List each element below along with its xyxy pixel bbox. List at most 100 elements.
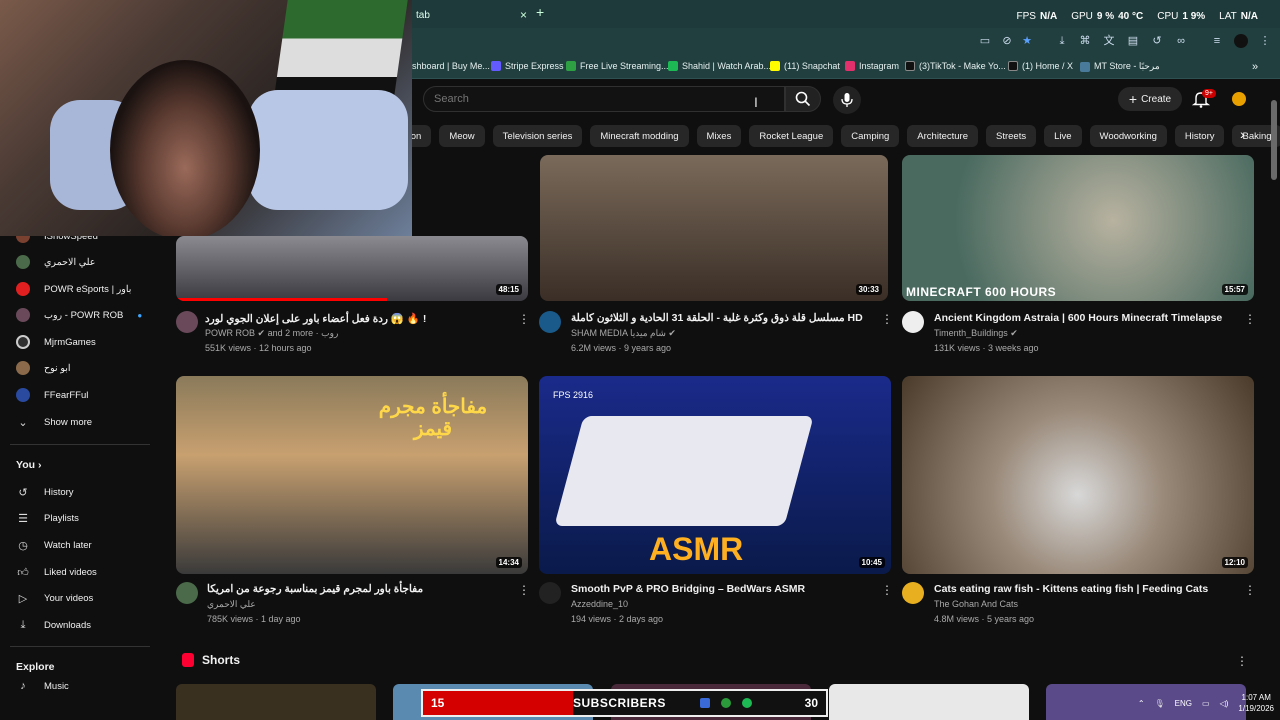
- video-thumbnail[interactable]: FPS 2916 ASMR 10:45: [539, 376, 891, 574]
- more-options-icon[interactable]: ⋮: [518, 584, 530, 596]
- video-thumbnail[interactable]: 12:10: [902, 376, 1254, 574]
- show-more-button[interactable]: ⌄ Show more: [16, 412, 92, 432]
- chip[interactable]: Television series: [492, 125, 583, 147]
- sidebar-item-watch-later[interactable]: ◷ Watch later: [16, 535, 92, 555]
- language-indicator[interactable]: ENG: [1175, 699, 1192, 708]
- hide-icon[interactable]: ⊘: [1000, 34, 1014, 48]
- sidebar-subscription[interactable]: POWR eSports | باور: [16, 279, 131, 299]
- short-thumbnail[interactable]: [176, 684, 376, 720]
- channel-avatar[interactable]: [539, 311, 561, 333]
- screenshot-icon[interactable]: ▭: [978, 34, 992, 48]
- sidebar-item-your-videos[interactable]: ▷ Your videos: [16, 588, 94, 608]
- page-scrollbar[interactable]: [1271, 100, 1277, 180]
- clock[interactable]: 1:07 AM 1/19/2026: [1238, 692, 1274, 714]
- channel-name[interactable]: علي الاحمري: [207, 599, 256, 610]
- short-thumbnail[interactable]: [829, 684, 1029, 720]
- sidebar-item-music[interactable]: ♪ Music: [16, 680, 69, 692]
- video-title[interactable]: Cats eating raw fish - Kittens eating fi…: [934, 583, 1208, 595]
- chip[interactable]: Streets: [985, 125, 1037, 147]
- sidebar-item-playlists[interactable]: ☰ Playlists: [16, 508, 79, 528]
- translate-icon[interactable]: 文: [1102, 34, 1116, 48]
- channel-avatar[interactable]: [902, 311, 924, 333]
- channel-name[interactable]: The Gohan And Cats: [934, 599, 1018, 609]
- profile-icon[interactable]: [1234, 34, 1248, 48]
- video-title[interactable]: ردة فعل أعضاء باور على إعلان الجوي لورد …: [205, 312, 426, 325]
- chip[interactable]: Architecture: [907, 125, 978, 147]
- reading-list-icon[interactable]: ≡: [1210, 34, 1224, 48]
- chevron-right-icon[interactable]: ›: [1240, 126, 1245, 142]
- bookmark-item[interactable]: (3)TikTok - Make Yo...: [905, 61, 1006, 71]
- xbox-icon[interactable]: [721, 698, 731, 708]
- search-box[interactable]: [423, 86, 785, 112]
- you-section-heading[interactable]: You ›: [16, 459, 41, 471]
- network-icon[interactable]: ▭: [1202, 699, 1210, 708]
- chip[interactable]: Camping: [841, 125, 900, 147]
- extensions-icon[interactable]: ⌘: [1078, 34, 1092, 48]
- channel-avatar[interactable]: [902, 582, 924, 604]
- bookmarks-overflow-icon[interactable]: »: [1252, 61, 1258, 73]
- sidebar-subscription[interactable]: علي الاحمري: [16, 252, 95, 272]
- tab-close-icon[interactable]: ×: [520, 8, 527, 22]
- voice-search-button[interactable]: [833, 86, 861, 114]
- channel-name[interactable]: Timenth_Buildings ✔︎: [934, 328, 1018, 339]
- chip[interactable]: Mixes: [696, 125, 742, 147]
- sidebar-item-downloads[interactable]: ⤓ Downloads: [16, 615, 91, 635]
- chip[interactable]: Woodworking: [1089, 125, 1167, 147]
- sidebar-subscription[interactable]: FFearFFul: [16, 385, 88, 405]
- taskbar-app-icon[interactable]: [700, 698, 710, 708]
- bookmark-item[interactable]: MT Store - مرحبًا: [1080, 61, 1160, 72]
- video-thumbnail[interactable]: MINECRAFT 600 HOURS 15:57: [902, 155, 1254, 301]
- video-title[interactable]: Smooth PvP & PRO Bridging – BedWars ASMR: [571, 583, 805, 595]
- more-options-icon[interactable]: ⋮: [1244, 313, 1256, 325]
- more-options-icon[interactable]: ⋮: [881, 584, 893, 596]
- spotify-icon[interactable]: [742, 698, 752, 708]
- chip[interactable]: Meow: [439, 125, 485, 147]
- search-button[interactable]: [785, 86, 821, 112]
- chip[interactable]: Live: [1044, 125, 1082, 147]
- mic-tray-icon[interactable]: 🎙︎: [1155, 699, 1165, 708]
- browser-tab[interactable]: tab ×: [408, 4, 533, 28]
- create-button[interactable]: + Create: [1118, 87, 1182, 111]
- channel-name[interactable]: Azzeddine_10: [571, 599, 628, 609]
- sidebar-subscription[interactable]: ابو نوح: [16, 358, 71, 378]
- volume-icon[interactable]: ◁): [1220, 699, 1229, 708]
- video-thumbnail[interactable]: مفاجأة مجرم قيمز 14:34: [176, 376, 528, 574]
- more-options-icon[interactable]: ⋮: [1244, 584, 1256, 596]
- wallet-icon[interactable]: ▤: [1126, 34, 1140, 48]
- bookmark-item[interactable]: Free Live Streaming...: [566, 61, 669, 71]
- channel-name[interactable]: POWR ROB ✔︎ and 2 more · روب: [205, 328, 338, 339]
- video-thumbnail[interactable]: 30:33: [540, 155, 888, 301]
- channel-avatar[interactable]: [176, 582, 198, 604]
- bookmark-item[interactable]: (11) Snapchat: [770, 61, 840, 71]
- video-title[interactable]: Ancient Kingdom Astraia | 600 Hours Mine…: [934, 312, 1222, 324]
- channel-avatar[interactable]: [539, 582, 561, 604]
- sidebar-subscription[interactable]: روب - POWR ROB ●: [16, 305, 142, 325]
- bookmark-item[interactable]: shboard | Buy Me...: [412, 61, 490, 71]
- chevron-up-icon[interactable]: ⌃: [1138, 699, 1145, 708]
- more-options-icon[interactable]: ⋮: [518, 313, 530, 325]
- chip[interactable]: History: [1174, 125, 1225, 147]
- sidebar-item-history[interactable]: ↺ History: [16, 482, 73, 502]
- history-toolbar-icon[interactable]: ↺: [1150, 34, 1164, 48]
- channel-name[interactable]: SHAM MEDIA شام ميديا ✔︎: [571, 328, 676, 339]
- bookmark-item[interactable]: Shahid | Watch Arab...: [668, 61, 771, 71]
- bookmark-item[interactable]: Instagram: [845, 61, 899, 71]
- bookmark-item[interactable]: (1) Home / X: [1008, 61, 1073, 71]
- more-options-icon[interactable]: ⋮: [881, 313, 893, 325]
- bookmark-star-icon[interactable]: ★: [1020, 34, 1034, 48]
- account-avatar[interactable]: [1232, 92, 1246, 106]
- chip[interactable]: Rocket League: [749, 125, 834, 147]
- menu-icon[interactable]: ⋮: [1258, 34, 1272, 48]
- new-tab-button[interactable]: +: [536, 4, 544, 20]
- channel-avatar[interactable]: [176, 311, 198, 333]
- sidebar-item-liked-videos[interactable]: 👍︎ Liked videos: [16, 562, 97, 582]
- search-input[interactable]: [434, 93, 734, 105]
- sidebar-subscription[interactable]: MjrmGames: [16, 332, 96, 352]
- bookmark-item[interactable]: Stripe Express: [491, 61, 564, 71]
- video-title[interactable]: مفاجأة باور لمجرم قيمز بمناسبة رجوعة من …: [207, 583, 423, 595]
- video-title[interactable]: مسلسل قلة ذوق وكثرة غلبة - الحلقة 31 الح…: [571, 312, 863, 324]
- video-thumbnail[interactable]: 48:15: [176, 236, 528, 301]
- link-icon[interactable]: ∞: [1174, 34, 1188, 48]
- chip[interactable]: Minecraft modding: [590, 125, 689, 147]
- download-icon[interactable]: ⤓: [1055, 34, 1069, 48]
